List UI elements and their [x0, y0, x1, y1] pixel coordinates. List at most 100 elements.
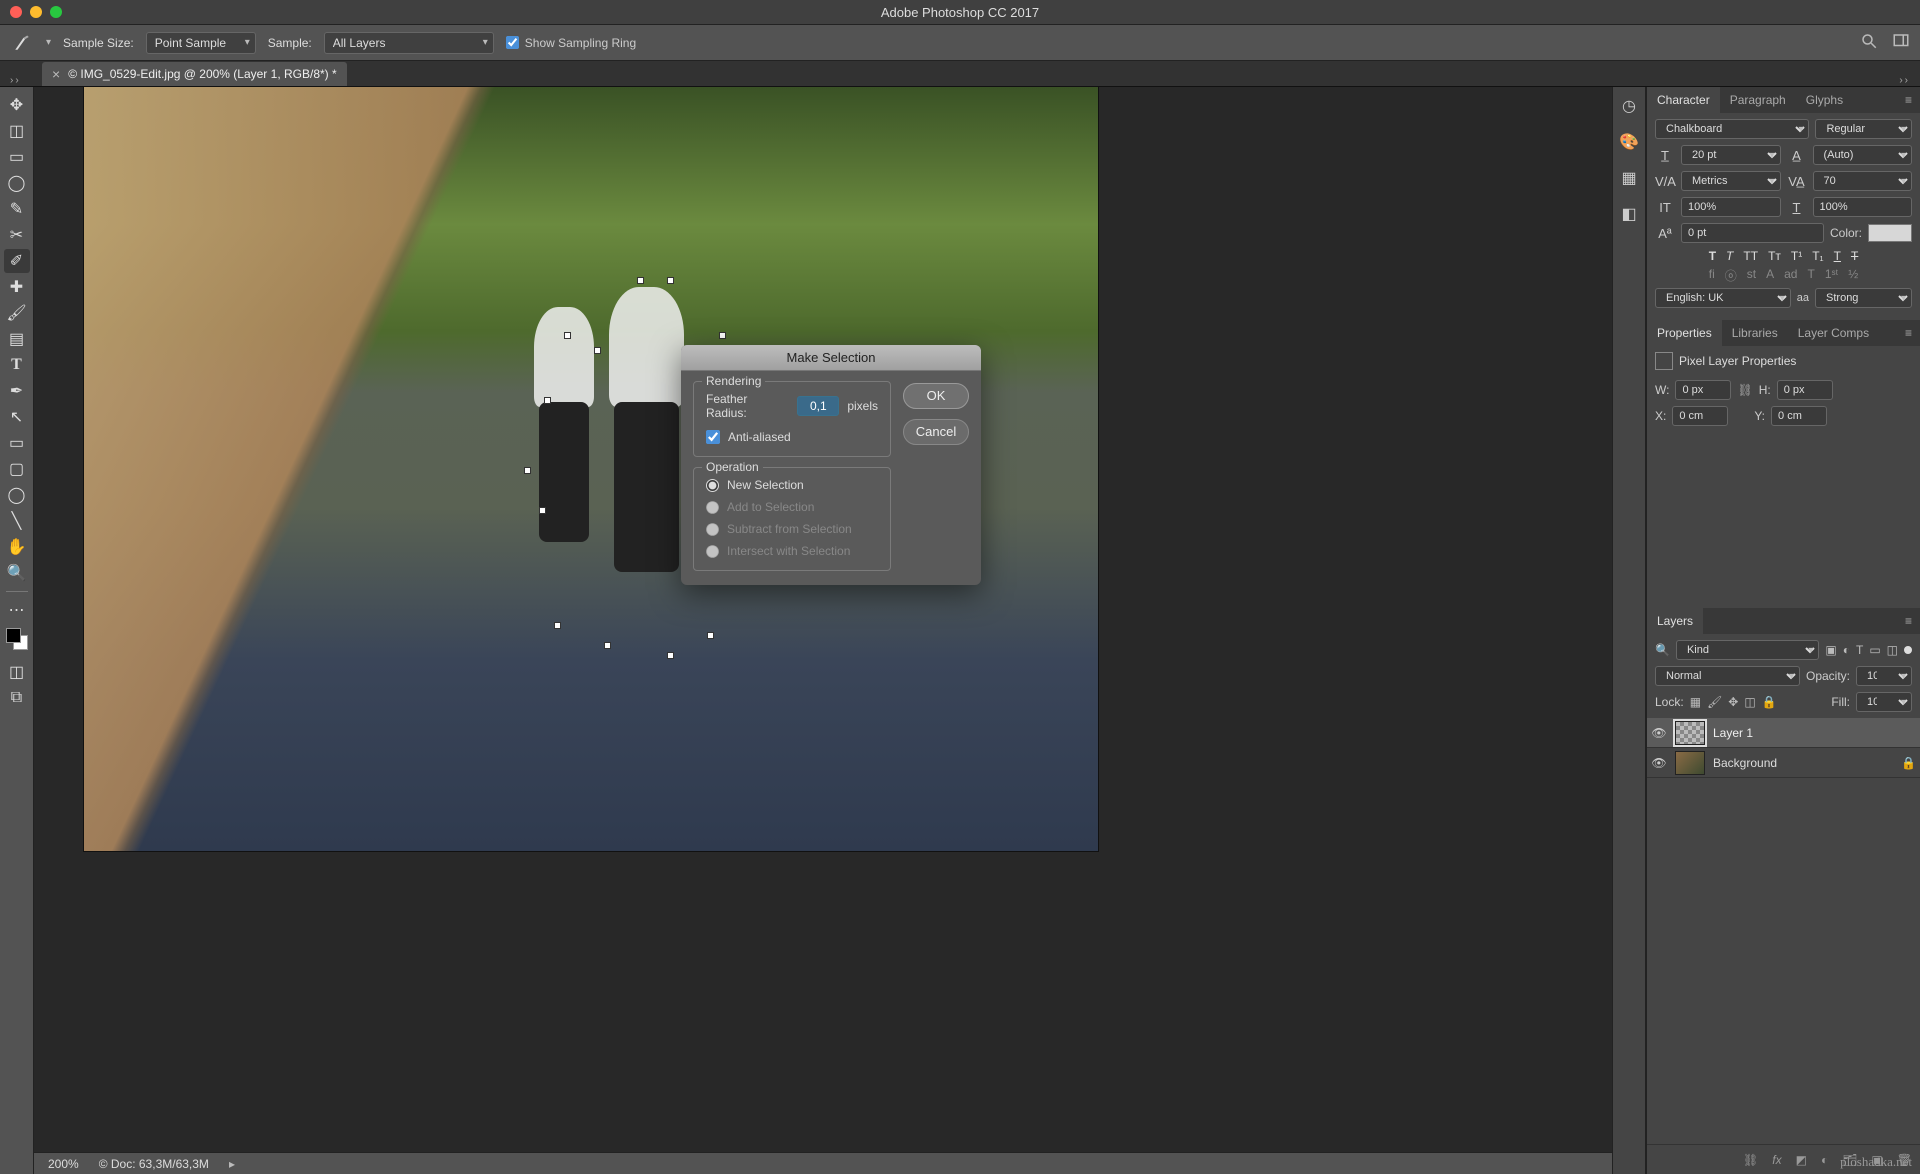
swatches-panel-icon[interactable]: 🎨	[1618, 131, 1640, 153]
status-menu-icon[interactable]: ▸	[229, 1157, 235, 1171]
feather-radius-input[interactable]	[797, 396, 839, 416]
fractions-icon[interactable]: ½	[1848, 267, 1858, 284]
healing-tool-icon[interactable]: ✚	[4, 275, 30, 299]
swash-icon[interactable]: st	[1747, 267, 1756, 284]
subscript-icon[interactable]: T₁	[1812, 249, 1823, 263]
brush-tool-icon[interactable]: 🖌	[4, 301, 30, 325]
italic-icon[interactable]: T	[1726, 249, 1733, 263]
workspace-icon[interactable]	[1892, 32, 1910, 53]
path-handle[interactable]	[539, 507, 546, 514]
zoom-level[interactable]: 200%	[48, 1157, 79, 1171]
stylistic-icon[interactable]: A	[1766, 267, 1774, 284]
gradient-tool-icon[interactable]: ▤	[4, 327, 30, 351]
lock-position-icon[interactable]: ✥	[1728, 695, 1738, 709]
path-handle[interactable]	[524, 467, 531, 474]
kerning-select[interactable]: Metrics	[1681, 171, 1781, 191]
oldstyle-icon[interactable]: 1ˢᵗ	[1825, 267, 1838, 284]
zoom-window-icon[interactable]	[50, 6, 62, 18]
cancel-button[interactable]: Cancel	[903, 419, 969, 445]
layer-row[interactable]: 👁 Background 🔒	[1647, 748, 1920, 778]
tracking-select[interactable]: 70	[1813, 171, 1913, 191]
type-tool-icon[interactable]: T	[4, 353, 30, 377]
tab-character[interactable]: Character	[1647, 87, 1720, 113]
baseline-input[interactable]	[1681, 223, 1824, 243]
ellipse-tool-icon[interactable]: ◯	[4, 483, 30, 507]
visibility-toggle-icon[interactable]: 👁	[1651, 756, 1667, 770]
path-handle[interactable]	[544, 397, 551, 404]
tab-layer-comps[interactable]: Layer Comps	[1788, 320, 1879, 346]
rectangle-tool-icon[interactable]: ▭	[4, 431, 30, 455]
pen-tool-icon[interactable]: ✒	[4, 379, 30, 403]
fill-select[interactable]: 100%	[1856, 692, 1912, 712]
doc-size[interactable]: © Doc: 63,3M/63,3M	[99, 1157, 209, 1171]
sample-layers-select[interactable]: All Layers	[324, 32, 494, 54]
filter-kind-icon[interactable]: 🔍	[1655, 643, 1670, 657]
opacity-select[interactable]: 100%	[1856, 666, 1912, 686]
filter-smart-icon[interactable]: ◫	[1887, 643, 1898, 657]
tab-handle-left-icon[interactable]: ››	[10, 75, 21, 86]
marquee-tool-icon[interactable]: ▭	[4, 145, 30, 169]
panel-menu-icon[interactable]: ≡	[1897, 614, 1920, 628]
adjustments-panel-icon[interactable]: ◧	[1618, 203, 1640, 225]
lock-all-icon[interactable]: 🔒	[1762, 695, 1777, 709]
filter-toggle-icon[interactable]	[1904, 646, 1912, 654]
filter-shape-icon[interactable]: ▭	[1869, 643, 1880, 657]
strikethrough-icon[interactable]: T	[1851, 249, 1858, 263]
superscript-icon[interactable]: T¹	[1791, 249, 1802, 263]
lock-icon[interactable]: 🔒	[1901, 756, 1916, 770]
path-handle[interactable]	[667, 277, 674, 284]
close-window-icon[interactable]	[10, 6, 22, 18]
hand-tool-icon[interactable]: ✋	[4, 535, 30, 559]
ligatures-icon[interactable]: fi	[1709, 267, 1715, 284]
search-icon[interactable]	[1860, 32, 1878, 53]
screen-mode-icon[interactable]: ⧉	[4, 686, 30, 710]
document-tab[interactable]: × © IMG_0529-Edit.jpg @ 200% (Layer 1, R…	[42, 62, 347, 86]
layer-name[interactable]: Layer 1	[1713, 726, 1753, 740]
path-handle[interactable]	[554, 622, 561, 629]
rounded-rect-tool-icon[interactable]: ▢	[4, 457, 30, 481]
lock-artboard-icon[interactable]: ◫	[1744, 695, 1755, 709]
filter-type-icon[interactable]: T	[1856, 643, 1863, 657]
height-input[interactable]	[1777, 380, 1833, 400]
font-size-select[interactable]: 20 pt	[1681, 145, 1781, 165]
eyedropper-tool-icon[interactable]: ✐	[4, 249, 30, 273]
show-sampling-ring-checkbox[interactable]: Show Sampling Ring	[506, 36, 636, 50]
path-handle[interactable]	[594, 347, 601, 354]
underline-icon[interactable]: T	[1834, 249, 1841, 263]
blend-mode-select[interactable]: Normal	[1655, 666, 1800, 686]
ok-button[interactable]: OK	[903, 383, 969, 409]
link-dims-icon[interactable]: ⛓	[1737, 383, 1752, 397]
link-layers-icon[interactable]: ⛓	[1743, 1153, 1758, 1167]
line-tool-icon[interactable]: ╲	[4, 509, 30, 533]
path-select-tool-icon[interactable]: ↖	[4, 405, 30, 429]
path-handle[interactable]	[719, 332, 726, 339]
adjustment-layer-icon[interactable]: ◐	[1821, 1153, 1828, 1167]
zoom-tool-icon[interactable]: 🔍	[4, 561, 30, 585]
panel-menu-icon[interactable]: ≡	[1897, 326, 1920, 340]
layer-name[interactable]: Background	[1713, 756, 1777, 770]
layer-mask-icon[interactable]: ◩	[1796, 1153, 1807, 1167]
layer-filter-select[interactable]: Kind	[1676, 640, 1819, 660]
smallcaps-icon[interactable]: Tᴛ	[1768, 249, 1781, 263]
leading-select[interactable]: (Auto)	[1813, 145, 1913, 165]
artboard-tool-icon[interactable]: ◫	[4, 119, 30, 143]
sample-size-select[interactable]: Point Sample	[146, 32, 256, 54]
lock-pixels-icon[interactable]: 🖌	[1707, 695, 1722, 709]
language-select[interactable]: English: UK	[1655, 288, 1791, 308]
bold-icon[interactable]: T	[1709, 249, 1716, 263]
anti-aliased-checkbox[interactable]: Anti-aliased	[706, 430, 878, 444]
text-color-swatch[interactable]	[1868, 224, 1912, 242]
x-input[interactable]	[1672, 406, 1728, 426]
antialias-select[interactable]: Strong	[1815, 288, 1912, 308]
path-handle[interactable]	[637, 277, 644, 284]
layer-thumbnail[interactable]	[1675, 721, 1705, 745]
close-tab-icon[interactable]: ×	[52, 66, 60, 82]
lasso-tool-icon[interactable]: ◯	[4, 171, 30, 195]
quick-mask-icon[interactable]: ◫	[4, 660, 30, 684]
path-handle[interactable]	[604, 642, 611, 649]
width-input[interactable]	[1675, 380, 1731, 400]
filter-pixel-icon[interactable]: ▣	[1825, 643, 1836, 657]
tab-libraries[interactable]: Libraries	[1722, 320, 1788, 346]
panel-menu-icon[interactable]: ≡	[1897, 93, 1920, 107]
y-input[interactable]	[1771, 406, 1827, 426]
